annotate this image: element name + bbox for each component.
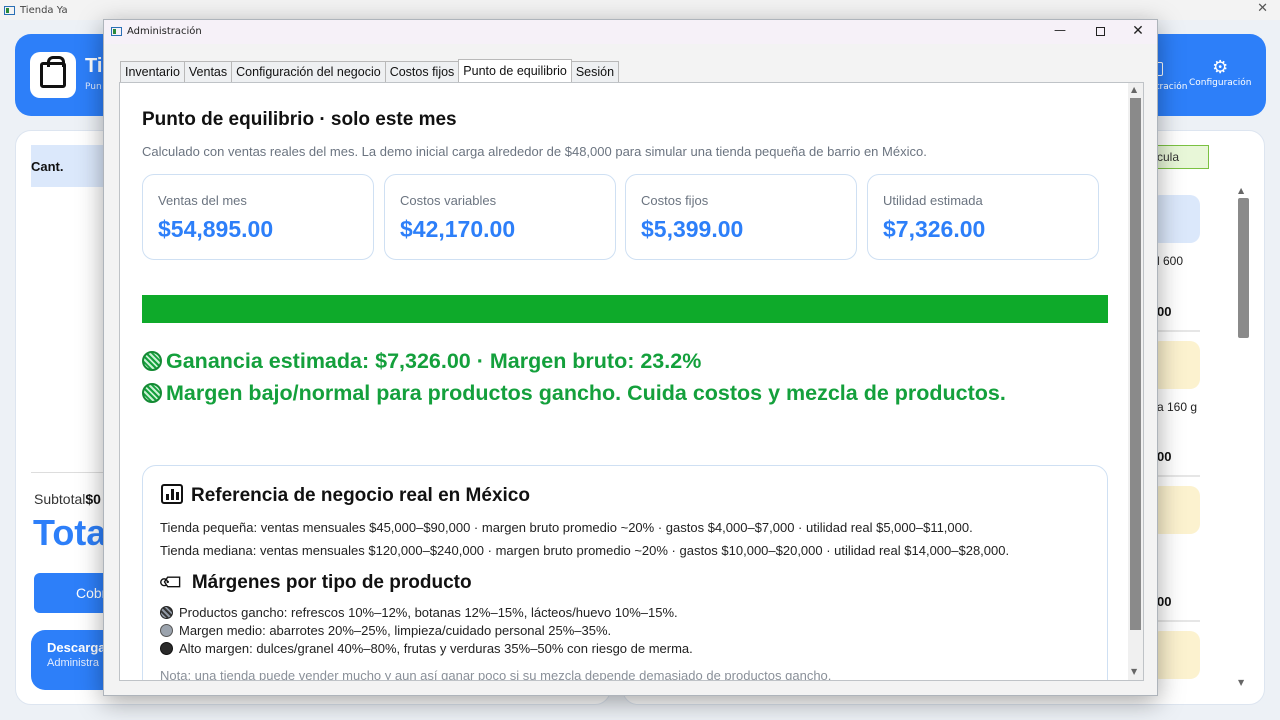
gray-dot-icon xyxy=(160,624,173,637)
admin-tabs: Inventario Ventas Configuración del nego… xyxy=(120,59,620,83)
breakeven-progress-bar xyxy=(142,295,1108,323)
dialog-window-icon xyxy=(111,27,122,36)
scroll-up-icon[interactable]: ▲ xyxy=(1238,186,1244,195)
kpi-value: $54,895.00 xyxy=(158,216,274,242)
app-window-icon xyxy=(4,5,15,15)
kpi-card-ventas: Ventas del mes $54,895.00 xyxy=(142,174,374,260)
result-line-1: Ganancia estimada: $7,326.00 · Margen br… xyxy=(166,349,702,373)
margin-item: Alto margen: dulces/granel 40%–80%, frut… xyxy=(160,641,693,656)
reference-line-small: Tienda pequeña: ventas mensuales $45,000… xyxy=(160,520,973,535)
scrollbar-thumb[interactable] xyxy=(1130,98,1141,630)
margins-heading: Márgenes por tipo de producto xyxy=(191,572,472,593)
kpi-card-utilidad: Utilidad estimada $7,326.00 xyxy=(867,174,1099,260)
app-header-subtitle: Pun xyxy=(85,82,102,92)
reference-heading-row: Referencia de negocio real en México xyxy=(161,484,530,507)
hatched-dot-icon xyxy=(160,606,173,619)
status-dot-icon xyxy=(142,383,162,403)
tab-punto-equilibrio[interactable]: Punto de equilibrio xyxy=(458,59,572,82)
tab-ventas[interactable]: Ventas xyxy=(183,61,233,82)
reference-note: Nota: una tienda puede vender mucho y au… xyxy=(160,668,832,681)
product-name: a 160 g xyxy=(1157,400,1198,414)
reference-heading: Referencia de negocio real en México xyxy=(191,485,530,506)
scrollbar-thumb[interactable] xyxy=(1238,198,1249,338)
nav-admin-button[interactable]: tración xyxy=(1156,82,1187,92)
status-dot-icon xyxy=(142,351,162,371)
app-header-title: Ti xyxy=(85,55,103,77)
tab-configuracion-negocio[interactable]: Configuración del negocio xyxy=(231,61,386,82)
minimize-button[interactable]: — xyxy=(1048,23,1072,41)
kpi-card-costos-variables: Costos variables $42,170.00 xyxy=(384,174,616,260)
calculator-button[interactable]: cula xyxy=(1150,145,1209,169)
scroll-down-icon[interactable]: ▼ xyxy=(1238,678,1244,687)
margin-item-text: Alto margen: dulces/granel 40%–80%, frut… xyxy=(179,641,693,656)
products-scrollbar[interactable]: ▲ ▼ xyxy=(1236,184,1250,692)
black-dot-icon xyxy=(160,642,173,655)
result-line-2: Margen bajo/normal para productos gancho… xyxy=(166,381,1006,405)
margins-heading-row: 🏷 Márgenes por tipo de producto xyxy=(157,567,472,597)
close-button[interactable]: ✕ xyxy=(1126,23,1150,41)
subtotal-value: $0 xyxy=(85,491,101,507)
tab-costos-fijos[interactable]: Costos fijos xyxy=(384,61,460,82)
admin-dialog: Administración — ✕ Inventario Ventas Con… xyxy=(103,19,1158,696)
page-description: Calculado con ventas reales del mes. La … xyxy=(142,144,927,159)
nav-config-label: Configuración xyxy=(1189,78,1252,88)
tag-icon: 🏷 xyxy=(156,566,188,598)
nav-admin-label: tración xyxy=(1156,82,1188,92)
product-price: 00 xyxy=(1157,449,1172,464)
margin-item: Margen medio: abarrotes 20%–25%, limpiez… xyxy=(160,623,611,638)
kpi-value: $42,170.00 xyxy=(400,216,516,242)
tab-sesion[interactable]: Sesión xyxy=(570,61,620,82)
page-title: Punto de equilibrio · solo este mes xyxy=(142,109,457,130)
divider xyxy=(31,472,111,473)
subtotal-label: Subtotal xyxy=(34,491,86,507)
kpi-value: $7,326.00 xyxy=(883,216,986,242)
kpi-value: $5,399.00 xyxy=(641,216,744,242)
breakeven-panel: Punto de equilibrio · solo este mes Calc… xyxy=(119,82,1144,681)
kpi-label: Utilidad estimada xyxy=(883,193,983,208)
nav-config-button[interactable]: ⚙ Configuración xyxy=(1189,57,1252,89)
margin-item-text: Productos gancho: refrescos 10%–12%, bot… xyxy=(179,605,678,620)
subtotal-row: Subtotal$0 xyxy=(34,491,101,507)
content-scrollbar[interactable]: ▲ ▼ xyxy=(1128,83,1143,680)
margin-item: Productos gancho: refrescos 10%–12%, bot… xyxy=(160,605,678,620)
app-window-title: Tienda Ya xyxy=(20,4,68,16)
maximize-button[interactable] xyxy=(1088,23,1112,41)
kpi-label: Costos fijos xyxy=(641,193,709,208)
kpi-card-costos-fijos: Costos fijos $5,399.00 xyxy=(625,174,857,260)
margin-item-text: Margen medio: abarrotes 20%–25%, limpiez… xyxy=(179,623,612,638)
kpi-label: Ventas del mes xyxy=(158,193,247,208)
bar-chart-icon xyxy=(161,484,183,504)
cart-qty-header: Cant. xyxy=(31,145,111,187)
maximize-icon xyxy=(1095,27,1105,36)
gear-icon: ⚙ xyxy=(1212,57,1229,78)
product-name: l 600 xyxy=(1157,254,1184,268)
app-titlebar: Tienda Ya xyxy=(0,0,1280,20)
progress-fill xyxy=(142,295,1108,323)
dialog-titlebar: Administración — ✕ xyxy=(104,20,1157,44)
product-price: 00 xyxy=(1157,594,1172,609)
app-close-icon[interactable]: ✕ xyxy=(1257,1,1268,16)
result-message: Ganancia estimada: $7,326.00 · Margen br… xyxy=(142,345,1042,409)
store-logo-icon xyxy=(30,52,76,98)
scroll-up-icon[interactable]: ▲ xyxy=(1131,85,1137,94)
product-price: 00 xyxy=(1157,304,1172,319)
kpi-label: Costos variables xyxy=(400,193,497,208)
scroll-down-icon[interactable]: ▼ xyxy=(1131,667,1137,676)
dialog-title: Administración xyxy=(127,26,202,37)
reference-card: Referencia de negocio real en México Tie… xyxy=(142,465,1108,681)
total-label: Tota xyxy=(33,512,107,553)
tab-inventario[interactable]: Inventario xyxy=(120,61,185,82)
reference-line-medium: Tienda mediana: ventas mensuales $120,00… xyxy=(160,543,1010,558)
